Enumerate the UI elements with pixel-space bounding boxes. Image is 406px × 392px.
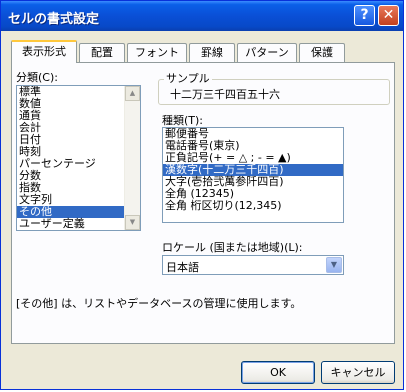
scroll-up-icon: ▲ (129, 89, 136, 97)
tab-font[interactable]: フォント (127, 43, 187, 62)
tab-alignment[interactable]: 配置 (79, 43, 125, 62)
scroll-up-button[interactable]: ▲ (125, 86, 140, 101)
format-cells-dialog: セルの書式設定 ? ✕ 表示形式 配置 フォント 罫線 パターン 保護 分類(C… (0, 0, 404, 390)
sample-label: サンプル (164, 70, 212, 86)
ok-button[interactable]: OK (241, 361, 315, 384)
tab-border[interactable]: 罫線 (189, 43, 235, 62)
type-listbox[interactable]: 郵便番号 電話番号(東京) 正負記号(+ = △ ; - = ▲) 漢数字(十二万三千… (162, 127, 344, 223)
number-tab-panel: 分類(C): 標準 数値 通貨 会計 日付 時刻 パーセンテージ 分数 指数 文字列 その他 ユーザー… (11, 62, 395, 344)
category-listbox[interactable]: 標準 数値 通貨 会計 日付 時刻 パーセンテージ 分数 指数 文字列 その他 ユーザー定義 ▲ ▼ (16, 85, 141, 231)
type-label: 種類(T): (162, 114, 204, 127)
close-button[interactable]: ✕ (378, 5, 399, 26)
cancel-button[interactable]: キャンセル (321, 361, 395, 384)
close-icon: ✕ (382, 7, 395, 23)
locale-label: ロケール (国または地域)(L): (162, 241, 303, 254)
category-list: 標準 数値 通貨 会計 日付 時刻 パーセンテージ 分数 指数 文字列 その他 ユーザー定義 (17, 86, 140, 230)
tab-patterns[interactable]: パターン (237, 43, 297, 62)
sample-value: 十二万三千四百五十六 (170, 88, 280, 101)
type-item[interactable]: 全角 桁区切り(12,345) (163, 200, 343, 212)
scroll-down-button[interactable]: ▼ (125, 215, 140, 230)
chevron-down-icon: ▼ (330, 260, 338, 269)
type-list: 郵便番号 電話番号(東京) 正負記号(+ = △ ; - = ▲) 漢数字(十二万三千… (163, 128, 343, 212)
help-icon: ? (360, 7, 369, 23)
dialog-title: セルの書式設定 (8, 12, 100, 27)
locale-dropdown-button[interactable]: ▼ (326, 257, 342, 273)
description-text: [その他] は、リストやデータベースの管理に使用します。 (16, 297, 302, 310)
tab-number[interactable]: 表示形式 (11, 40, 77, 63)
scroll-down-icon: ▼ (129, 218, 136, 226)
title-bar[interactable]: セルの書式設定 ? ✕ (1, 1, 403, 31)
category-item[interactable]: ユーザー定義 (17, 218, 140, 230)
category-scrollbar[interactable]: ▲ ▼ (124, 86, 140, 230)
help-button[interactable]: ? (354, 5, 375, 26)
locale-select[interactable]: 日本語 ▼ (162, 255, 344, 275)
tab-protection[interactable]: 保護 (299, 43, 345, 62)
locale-value: 日本語 (166, 261, 199, 274)
category-label: 分類(C): (16, 71, 58, 84)
